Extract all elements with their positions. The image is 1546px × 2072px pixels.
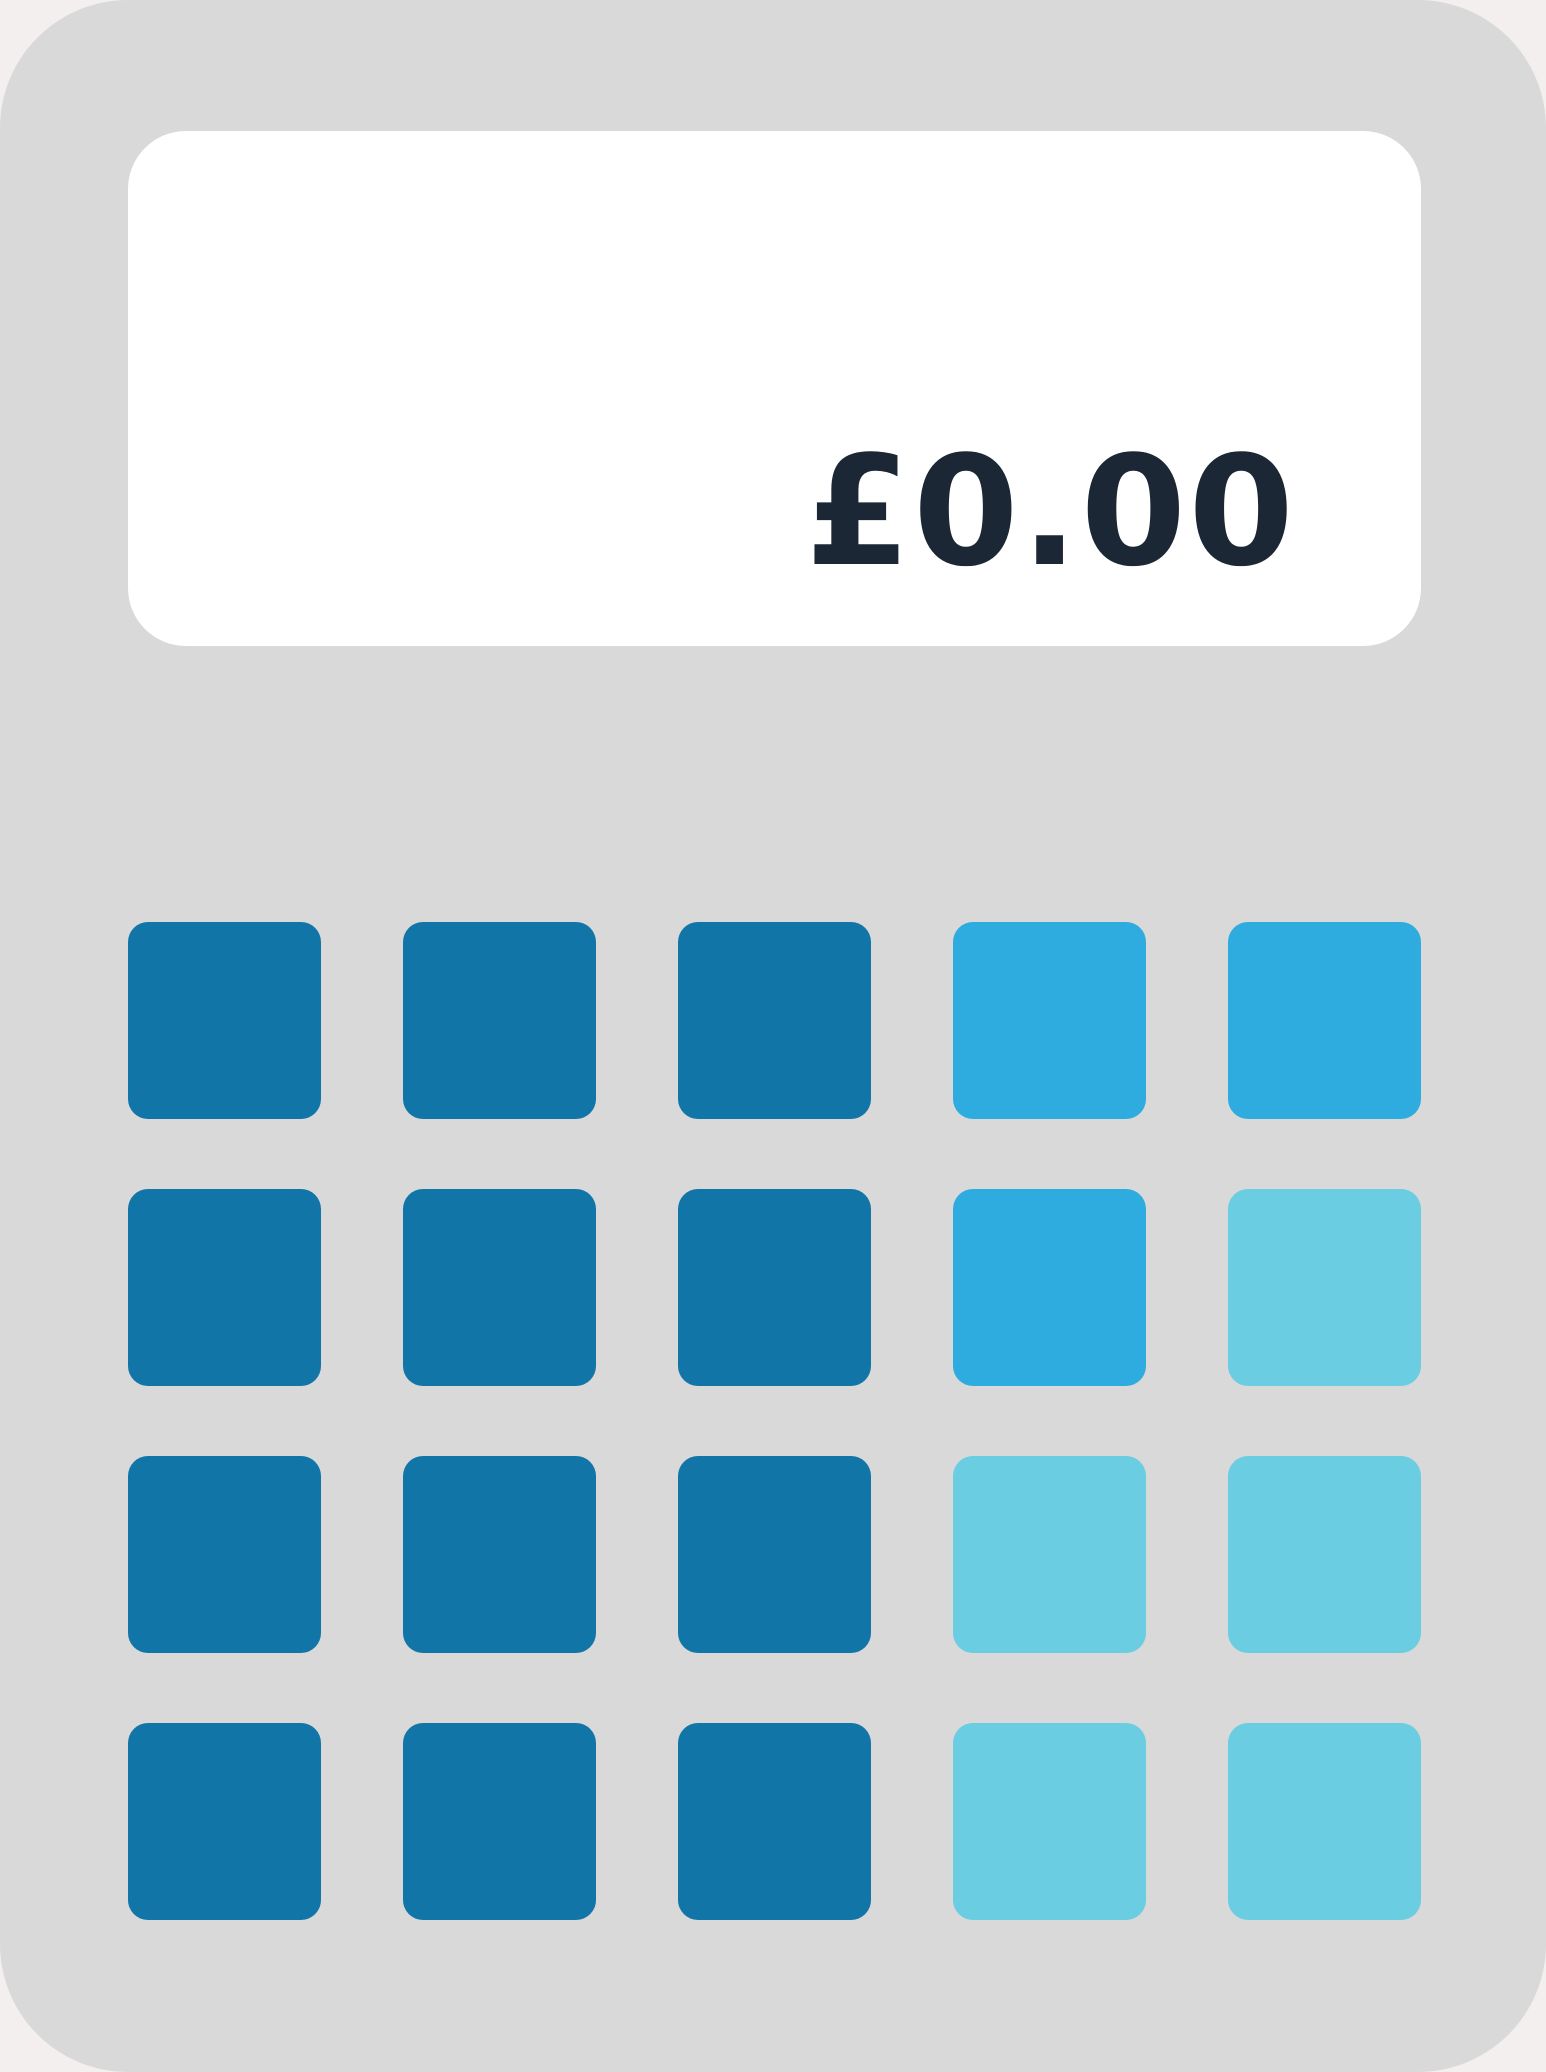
keypad-button[interactable]: [403, 1456, 596, 1653]
keypad-button[interactable]: [128, 1189, 321, 1386]
keypad-button[interactable]: [1228, 1456, 1421, 1653]
keypad-button[interactable]: [678, 1189, 871, 1386]
keypad-button[interactable]: [953, 1456, 1146, 1653]
keypad-button[interactable]: [678, 922, 871, 1119]
keypad-button[interactable]: [1228, 1723, 1421, 1920]
keypad-button[interactable]: [403, 922, 596, 1119]
keypad-button[interactable]: [1228, 922, 1421, 1119]
keypad-button[interactable]: [678, 1456, 871, 1653]
keypad-button[interactable]: [128, 922, 321, 1119]
keypad-button[interactable]: [403, 1723, 596, 1920]
keypad-button[interactable]: [128, 1456, 321, 1653]
keypad-button[interactable]: [953, 1189, 1146, 1386]
keypad-button[interactable]: [953, 922, 1146, 1119]
keypad-button[interactable]: [678, 1723, 871, 1920]
keypad: [128, 922, 1421, 1920]
keypad-button[interactable]: [1228, 1189, 1421, 1386]
keypad-button[interactable]: [403, 1189, 596, 1386]
calculator-display: £0.00: [128, 131, 1421, 646]
keypad-button[interactable]: [128, 1723, 321, 1920]
calculator-body: £0.00: [0, 0, 1546, 2072]
keypad-button[interactable]: [953, 1723, 1146, 1920]
display-value: £0.00: [805, 423, 1296, 600]
